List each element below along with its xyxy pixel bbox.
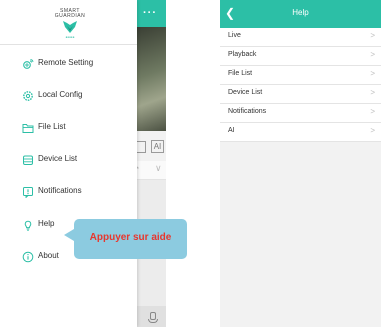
fox-logo-icon (63, 21, 77, 33)
menu-item-label: About (38, 251, 59, 260)
chevron-right-icon: > (370, 50, 375, 59)
help-item-label: AI (228, 127, 235, 134)
live-header: ··· (137, 0, 166, 27)
alert-icon (23, 187, 33, 198)
chevron-right-icon: > (370, 88, 375, 97)
menu-item-remote-setting[interactable]: Remote Setting (0, 53, 137, 77)
help-item-label: File List (228, 70, 253, 77)
callout-text: Appuyer sur aide (89, 232, 172, 243)
device-stack-icon (23, 155, 33, 165)
side-drawer: SMART GUARDIAN ●●●●● Remote Setting Loca… (0, 0, 137, 327)
chevron-right-icon: > (370, 31, 375, 40)
menu-item-label: File List (38, 122, 66, 131)
more-button[interactable]: ··· (143, 7, 157, 19)
underlying-live-view: ··· AI ◔ ∨ (134, 0, 166, 327)
lightbulb-icon (24, 220, 32, 231)
menu-item-label: Remote Setting (38, 58, 94, 67)
fullscreen-icon[interactable] (137, 141, 146, 153)
help-item-playback[interactable]: Playback > (220, 47, 381, 66)
help-header: ❮ Help (220, 0, 381, 28)
menu-item-notifications[interactable]: Notifications (0, 181, 137, 205)
video-preview (137, 27, 166, 131)
menu-item-file-list[interactable]: File List (0, 117, 137, 141)
ai-toggle-icon[interactable]: AI (151, 140, 164, 153)
logo-sub-mark: ●●●●● (65, 35, 75, 39)
page-title: Help (292, 8, 309, 17)
bottom-bar (137, 306, 166, 327)
chevron-right-icon: > (370, 126, 375, 135)
menu-item-local-config[interactable]: Local Config (0, 85, 137, 109)
help-item-ai[interactable]: AI > (220, 123, 381, 142)
help-item-label: Device List (228, 89, 263, 96)
microphone-stand-icon (148, 319, 158, 323)
chevron-down-icon[interactable]: ∨ (155, 163, 162, 174)
gear-icon (23, 59, 34, 69)
chevron-right-icon: > (370, 107, 375, 116)
menu-item-label: Local Config (38, 90, 83, 99)
help-item-label: Live (228, 32, 241, 39)
live-options-row: ◔ ∨ (134, 161, 166, 180)
help-item-notifications[interactable]: Notifications > (220, 104, 381, 123)
settings-cog-icon (23, 91, 33, 101)
help-item-label: Notifications (228, 108, 267, 115)
info-icon (22, 251, 34, 263)
divider (0, 44, 137, 45)
logo-text: SMART GUARDIAN (54, 8, 86, 19)
help-item-file-list[interactable]: File List > (220, 66, 381, 85)
menu-item-label: Help (38, 219, 55, 228)
chevron-right-icon: > (370, 69, 375, 78)
help-item-device-list[interactable]: Device List > (220, 85, 381, 104)
app-screen-left: ··· AI ◔ ∨ SMART GUARDIAN ●●●●● (0, 0, 166, 327)
live-controls: AI (137, 131, 166, 161)
folder-icon (22, 124, 34, 133)
app-screen-right: ❮ Help Live > Playback > File List > Dev… (220, 0, 381, 327)
menu-item-label: Device List (38, 154, 78, 163)
menu-item-device-list[interactable]: Device List (0, 149, 137, 173)
help-item-live[interactable]: Live > (220, 28, 381, 47)
instruction-callout: Appuyer sur aide (64, 219, 187, 259)
menu-item-label: Notifications (38, 186, 82, 195)
help-list: Live > Playback > File List > Device Lis… (220, 28, 381, 142)
app-logo: SMART GUARDIAN ●●●●● (50, 8, 90, 40)
help-item-label: Playback (228, 51, 257, 58)
